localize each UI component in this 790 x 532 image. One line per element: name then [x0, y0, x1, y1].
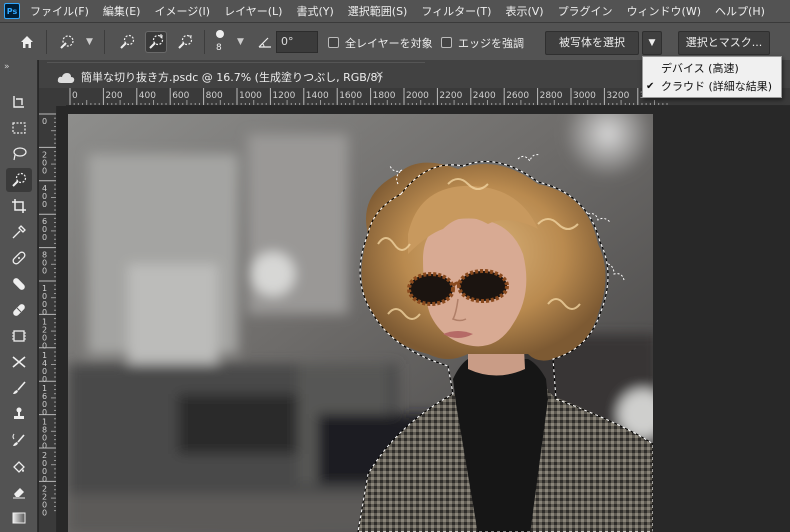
enhance-edge-checkbox[interactable] [441, 37, 452, 48]
eraser-tool-icon[interactable] [6, 480, 32, 504]
chevron-down-icon[interactable]: ▼ [86, 37, 93, 47]
menu-filter[interactable]: フィルター(T) [421, 3, 491, 19]
select-subject-button[interactable]: 被写体を選択 [545, 31, 639, 55]
sample-all-layers-label: 全レイヤーを対象 [345, 37, 433, 50]
ruler-label: 0 [42, 375, 47, 384]
ruler-label: 0 [42, 166, 47, 175]
ruler-label: 0 [42, 508, 47, 517]
ruler-label: 0 [42, 200, 47, 209]
angle-input[interactable]: 0° [276, 31, 318, 53]
collapse-panel-icon[interactable]: » [4, 62, 10, 72]
checkmark-icon: ✔ [646, 81, 655, 92]
menu-edit[interactable]: 編集(E) [103, 3, 141, 19]
cloud-document-icon [57, 69, 75, 88]
select-subject-mode-menu: デバイス (高速) ✔ クラウド (詳細な結果) [642, 56, 782, 98]
photoshop-logo[interactable]: Ps [4, 3, 20, 19]
ruler-label: 3000 [573, 91, 596, 101]
remove-tool-icon[interactable] [6, 350, 32, 374]
ruler-label: 1800 [373, 91, 396, 101]
eyedropper-tool-icon[interactable] [6, 220, 32, 244]
ruler-label: 600 [172, 91, 189, 101]
ruler-label: 1600 [339, 91, 362, 101]
gradient-tool-icon[interactable] [6, 506, 32, 530]
enhance-edge-label: エッジを強調 [458, 37, 524, 50]
patch-tool-icon[interactable] [6, 298, 32, 322]
ruler-label: 0 [42, 442, 47, 451]
ruler-label: 1200 [272, 91, 295, 101]
move-tool-icon[interactable] [6, 90, 32, 114]
close-tab-icon[interactable]: × [375, 68, 384, 81]
ruler-label: 2800 [540, 91, 563, 101]
menu-image[interactable]: イメージ(I) [154, 3, 210, 19]
menu-type[interactable]: 書式(Y) [296, 3, 333, 19]
ruler-label: 1000 [239, 91, 262, 101]
clone-stamp-tool-icon[interactable] [6, 402, 32, 426]
ruler-label: 0 [42, 233, 47, 242]
chevron-down-icon: ▼ [648, 38, 656, 48]
select-and-mask-button[interactable]: 選択とマスク... [678, 31, 770, 55]
document-image[interactable] [68, 114, 653, 532]
ruler-label: 2600 [506, 91, 529, 101]
history-brush-tool-icon[interactable] [6, 428, 32, 452]
options-bar: ▼ 8 ▼ 0° 全レイヤーを対象 エッジを強調 被写体を選択 ▼ 選択とマスク… [0, 22, 790, 60]
menu-plugins[interactable]: プラグイン [558, 3, 613, 19]
menu-item-cloud[interactable]: ✔ クラウド (詳細な結果) [643, 78, 781, 96]
ruler-label: 0 [42, 475, 47, 484]
brush-size-value: 8 [216, 43, 222, 53]
chevron-down-icon[interactable]: ▼ [237, 37, 244, 47]
ruler-label: 400 [139, 91, 156, 101]
tools-panel: » [0, 60, 38, 532]
quick-selection-preset-icon[interactable] [56, 31, 78, 53]
quick-selection-tool-icon[interactable] [6, 168, 32, 192]
add-to-selection-icon[interactable] [145, 31, 167, 53]
canvas-area[interactable] [57, 106, 790, 532]
ruler-label: 0 [42, 341, 47, 350]
sample-all-layers-checkbox[interactable] [328, 37, 339, 48]
ruler-label: 1400 [306, 91, 329, 101]
ruler-label: 800 [206, 91, 223, 101]
menu-bar: Ps ファイル(F) 編集(E) イメージ(I) レイヤー(L) 書式(Y) 選… [0, 0, 790, 22]
ruler-label: 200 [105, 91, 122, 101]
ruler-label: 2400 [473, 91, 496, 101]
ruler-label: 2000 [406, 91, 429, 101]
new-selection-icon[interactable] [116, 31, 138, 53]
healing-brush-tool-icon[interactable] [6, 272, 32, 296]
crop-tool-icon[interactable] [6, 194, 32, 218]
menu-layer[interactable]: レイヤー(L) [224, 3, 282, 19]
vertical-ruler: 0200400600800100012001400160018002000220… [39, 106, 57, 532]
document-tab-title: 簡単な切り抜き方.psdc @ 16.7% (生成塗りつぶし, RGB/8) [81, 71, 382, 84]
marquee-tool-icon[interactable] [6, 116, 32, 140]
menu-view[interactable]: 表示(V) [505, 3, 543, 19]
menu-select[interactable]: 選択範囲(S) [348, 3, 408, 19]
ruler-label: 0 [42, 308, 47, 317]
lasso-tool-icon[interactable] [6, 142, 32, 166]
brush-tool-icon[interactable] [6, 376, 32, 400]
spot-healing-tool-icon[interactable] [6, 246, 32, 270]
angle-icon [258, 34, 272, 53]
ruler-label: 0 [42, 267, 47, 276]
home-icon[interactable] [16, 31, 38, 53]
ruler-label: 3200 [606, 91, 629, 101]
ruler-label: 0 [72, 91, 78, 101]
select-subject-mode-dropdown[interactable]: ▼ [642, 31, 662, 55]
ruler-label: 2200 [439, 91, 462, 101]
ruler-label: 0 [42, 408, 47, 417]
ruler-corner [39, 88, 66, 106]
ruler-label: 0 [42, 117, 47, 126]
menu-window[interactable]: ウィンドウ(W) [627, 3, 701, 19]
document-tab[interactable]: 簡単な切り抜き方.psdc @ 16.7% (生成塗りつぶし, RGB/8) × [47, 62, 425, 88]
brush-tip-icon[interactable] [216, 30, 224, 38]
menu-file[interactable]: ファイル(F) [30, 3, 89, 19]
menu-item-device[interactable]: デバイス (高速) [643, 60, 781, 78]
subtract-from-selection-icon[interactable] [174, 31, 196, 53]
content-aware-tool-icon[interactable] [6, 324, 32, 348]
fill-tool-icon[interactable] [6, 454, 32, 478]
menu-help[interactable]: ヘルプ(H) [715, 3, 765, 19]
